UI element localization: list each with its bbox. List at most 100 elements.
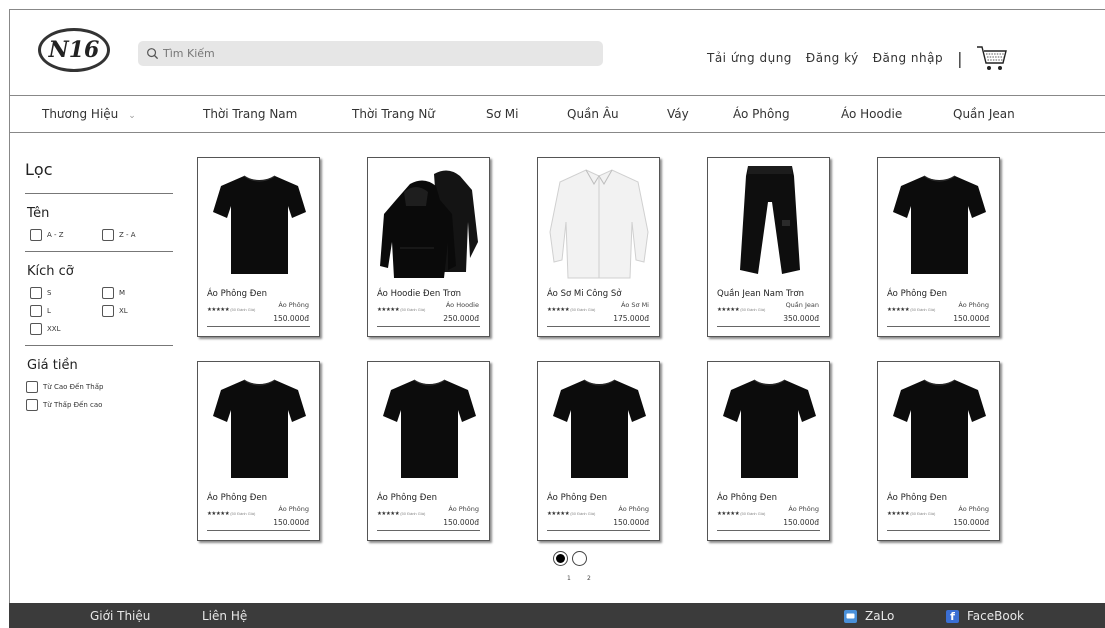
review-count: (50 Đánh Giá) [910, 307, 936, 312]
page-dot-1[interactable] [553, 551, 568, 566]
nav-item-trousers[interactable]: Quần Âu [567, 107, 619, 121]
review-count: (50 Đánh Giá) [230, 511, 256, 516]
footer-facebook-link[interactable]: f FaceBook [946, 609, 1024, 623]
nav-brand-dropdown[interactable]: Thương Hiệu ⌄ [42, 107, 136, 121]
filter-option-price-desc[interactable]: Từ Cao Đến Thấp [26, 381, 174, 393]
product-card[interactable]: Áo Phông Đen ★★★★★ (50 Đánh Giá) Áo Phông 1… [877, 157, 1000, 337]
product-name[interactable]: Quần Jean Nam Trơn [717, 289, 804, 299]
tshirt-icon[interactable] [378, 366, 481, 486]
footer-about-link[interactable]: Giới Thiệu [90, 609, 150, 623]
nav-item-tshirts[interactable]: Áo Phông [733, 107, 790, 121]
product-card[interactable]: Áo Phông Đen ★★★★★ (50 Đánh Giá) Áo Phông 1… [367, 361, 490, 541]
checkbox[interactable] [30, 287, 42, 299]
product-card[interactable]: Áo Phông Đen ★★★★★ (50 Đánh Giá) Áo Phông 1… [197, 361, 320, 541]
link-separator: | [957, 48, 963, 68]
product-price: 150.000đ [613, 518, 649, 527]
nav-item-jeans[interactable]: Quần Jean [953, 107, 1015, 121]
product-card[interactable]: Quần Jean Nam Trơn ★★★★★ (50 Đánh Giá) Quầ… [707, 157, 830, 337]
page-number-1: 1 [567, 575, 571, 582]
nav-item-shirts[interactable]: Sơ Mi [486, 107, 518, 121]
product-name[interactable]: Áo Hoodie Đen Trơn [377, 289, 461, 299]
product-category: Áo Phông [788, 505, 819, 513]
download-app-link[interactable]: Tải ứng dụng [707, 51, 792, 65]
product-rating: ★★★★★ (50 Đánh Giá) [547, 511, 595, 517]
product-name[interactable]: Áo Phông Đen [887, 493, 947, 503]
product-card[interactable]: Áo Hoodie Đen Trơn ★★★★★ (50 Đánh Giá) Áo … [367, 157, 490, 337]
filter-group-title: Giá tiền [27, 358, 78, 373]
checkbox[interactable] [102, 305, 114, 317]
rating-stars: ★★★★★ [377, 511, 400, 517]
checkbox[interactable] [30, 229, 42, 241]
product-name[interactable]: Áo Phông Đen [717, 493, 777, 503]
filter-option-xxl[interactable]: XXL [30, 323, 102, 335]
filter-option-price-asc[interactable]: Từ Thấp Đến cao [26, 399, 174, 411]
nav-item-dresses[interactable]: Váy [667, 107, 689, 121]
product-rating: ★★★★★ (50 Đánh Giá) [887, 511, 935, 517]
nav-item-women[interactable]: Thời Trang Nữ [352, 107, 435, 121]
product-price: 250.000đ [443, 314, 479, 323]
product-price: 350.000đ [783, 314, 819, 323]
tshirt-icon[interactable] [718, 366, 821, 486]
checkbox[interactable] [102, 229, 114, 241]
divider [377, 530, 480, 531]
search-input[interactable] [163, 47, 583, 60]
header: N16 Tải ứng dụng Đăng ký Đăng nhập | [10, 10, 1105, 95]
product-name[interactable]: Áo Phông Đen [207, 289, 267, 299]
product-name[interactable]: Áo Phông Đen [207, 493, 267, 503]
product-name[interactable]: Áo Phông Đen [887, 289, 947, 299]
product-rating: ★★★★★ (50 Đánh Giá) [207, 307, 255, 313]
product-name[interactable]: Áo Phông Đen [547, 493, 607, 503]
login-link[interactable]: Đăng nhập [873, 51, 943, 65]
register-link[interactable]: Đăng ký [806, 51, 859, 65]
product-card[interactable]: Áo Sơ Mi Công Sở ★★★★★ (50 Đánh Giá) Áo Sơ… [537, 157, 660, 337]
divider [547, 530, 650, 531]
shirt-icon[interactable] [548, 162, 651, 282]
tshirt-icon[interactable] [888, 366, 991, 486]
checkbox[interactable] [30, 323, 42, 335]
pants-icon[interactable] [718, 162, 821, 282]
review-count: (50 Đánh Giá) [570, 307, 596, 312]
search-bar[interactable] [138, 41, 603, 66]
page-dot-2[interactable] [572, 551, 587, 566]
product-card[interactable]: Áo Phông Đen ★★★★★ (50 Đánh Giá) Áo Phông 1… [197, 157, 320, 337]
filter-option-z-a[interactable]: Z - A [102, 229, 174, 241]
cart-icon[interactable] [975, 44, 1009, 72]
rating-stars: ★★★★★ [547, 511, 570, 517]
top-links: Tải ứng dụng Đăng ký Đăng nhập | [707, 44, 1009, 72]
nav-item-hoodies[interactable]: Áo Hoodie [841, 107, 902, 121]
product-name[interactable]: Áo Sơ Mi Công Sở [547, 289, 621, 299]
divider [207, 530, 310, 531]
filter-option-l[interactable]: L [30, 305, 102, 317]
divider [377, 326, 480, 327]
checkbox[interactable] [26, 381, 38, 393]
product-card[interactable]: Áo Phông Đen ★★★★★ (50 Đánh Giá) Áo Phông 1… [537, 361, 660, 541]
product-card[interactable]: Áo Phông Đen ★★★★★ (50 Đánh Giá) Áo Phông 1… [707, 361, 830, 541]
filter-option-xl[interactable]: XL [102, 305, 174, 317]
nav-item-men[interactable]: Thời Trang Nam [203, 107, 297, 121]
footer-contact-link[interactable]: Liên Hệ [202, 609, 247, 623]
checkbox[interactable] [102, 287, 114, 299]
review-count: (50 Đánh Giá) [910, 511, 936, 516]
option-label: S [47, 289, 52, 297]
tshirt-icon[interactable] [208, 366, 311, 486]
checkbox[interactable] [26, 399, 38, 411]
filter-option-m[interactable]: M [102, 287, 174, 299]
logo[interactable]: N16 [38, 28, 110, 72]
checkbox[interactable] [30, 305, 42, 317]
tshirt-icon[interactable] [208, 162, 311, 282]
option-label: Từ Cao Đến Thấp [43, 383, 104, 391]
divider [717, 326, 820, 327]
product-card[interactable]: Áo Phông Đen ★★★★★ (50 Đánh Giá) Áo Phông 1… [877, 361, 1000, 541]
product-price: 150.000đ [273, 518, 309, 527]
tshirt-icon[interactable] [888, 162, 991, 282]
tshirt-icon[interactable] [548, 366, 651, 486]
product-name[interactable]: Áo Phông Đen [377, 493, 437, 503]
filter-group-price: Giá tiền Từ Cao Đến Thấp Từ Thấp Đến cao [25, 358, 175, 411]
filter-option-a-z[interactable]: A - Z [30, 229, 102, 241]
filter-option-s[interactable]: S [30, 287, 102, 299]
hoodie-icon[interactable] [378, 162, 481, 282]
product-category: Áo Phông [448, 505, 479, 513]
option-label: Z - A [119, 231, 136, 239]
facebook-icon: f [946, 609, 959, 623]
footer-zalo-link[interactable]: ZaLo [844, 609, 894, 623]
